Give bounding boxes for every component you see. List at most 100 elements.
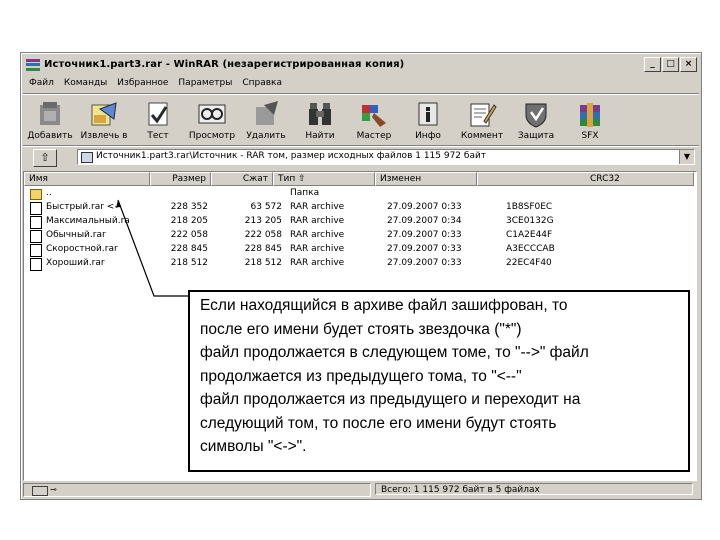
file-packed: 222 058 <box>244 230 282 240</box>
file-type: RAR archive <box>290 202 345 212</box>
chevron-down-icon[interactable]: ▼ <box>679 150 694 164</box>
close-button[interactable]: × <box>680 57 697 72</box>
status-bar: ⊸ Всего: 1 115 972 байт в 5 файлах <box>23 483 699 497</box>
file-type: RAR archive <box>290 230 345 240</box>
find-button[interactable]: Найти <box>293 97 347 143</box>
toolbar: Добавить Извлечь в Тест Просмотр Удалить… <box>23 97 699 143</box>
file-crc: 1B8SF0EC <box>506 202 553 212</box>
file-name: Обычный.rar <box>46 230 106 240</box>
rar-file-icon <box>30 216 42 229</box>
path-dropdown[interactable]: Источник1.part3.rar\Источник - RAR том, … <box>77 149 695 165</box>
wizard-icon <box>362 105 386 127</box>
add-button[interactable]: Добавить <box>23 97 77 143</box>
status-left: ⊸ <box>23 483 371 497</box>
file-type: RAR archive <box>290 258 345 268</box>
file-name: .. <box>46 188 52 198</box>
view-button[interactable]: Просмотр <box>185 97 239 143</box>
comment-icon <box>470 103 497 127</box>
file-name: Скоростной.rar <box>46 244 118 254</box>
file-row-parent[interactable]: .. Папка <box>24 187 696 201</box>
file-packed: 228 845 <box>244 244 282 254</box>
file-crc: 3CE0132G <box>506 216 554 226</box>
extract-icon <box>91 102 117 126</box>
callout-box: Если находящийся в архиве файл зашифрова… <box>188 290 690 472</box>
file-size: 218 512 <box>170 258 208 268</box>
rar-file-icon <box>30 258 42 271</box>
menu-file[interactable]: Файл <box>29 78 54 88</box>
view-icon <box>198 104 226 124</box>
file-modified: 27.09.2007 0:34 <box>387 216 462 226</box>
file-size: 218 205 <box>170 216 208 226</box>
test-button[interactable]: Тест <box>131 97 185 143</box>
minimize-button[interactable]: _ <box>644 57 661 72</box>
file-modified: 27.09.2007 0:33 <box>387 230 462 240</box>
file-row[interactable]: Быстрый.rar <-- 228 352 63 572 RAR archi… <box>24 201 696 215</box>
callout-text: Если находящийся в архиве файл зашифрова… <box>200 297 589 455</box>
test-icon <box>148 102 168 126</box>
file-type: Папка <box>290 188 320 198</box>
protect-icon <box>525 103 547 128</box>
menu-bar: Файл Команды Избранное Параметры Справка <box>23 75 699 91</box>
extract-button[interactable]: Извлечь в <box>77 97 131 143</box>
archive-icon <box>81 152 93 163</box>
rar-file-icon <box>30 230 42 243</box>
delete-icon <box>256 101 278 125</box>
folder-icon <box>30 189 42 200</box>
comment-button[interactable]: Коммент <box>455 97 509 143</box>
address-bar: ⇧ Источник1.part3.rar\Источник - RAR том… <box>23 149 699 167</box>
protect-button[interactable]: Защита <box>509 97 563 143</box>
rar-file-icon <box>30 244 42 257</box>
sfx-icon <box>580 103 600 127</box>
file-type: RAR archive <box>290 244 345 254</box>
menu-help[interactable]: Справка <box>242 78 282 88</box>
file-name: Максимальный.ra <box>46 216 130 226</box>
file-packed: 213 205 <box>244 216 282 226</box>
file-name: Быстрый.rar <-- <box>46 202 121 212</box>
winrar-app-icon <box>26 58 40 71</box>
find-icon <box>309 103 331 125</box>
column-name[interactable]: Имя <box>24 172 150 186</box>
rar-file-icon <box>30 202 42 215</box>
file-row[interactable]: Скоростной.rar 228 845 228 845 RAR archi… <box>24 243 696 257</box>
file-row[interactable]: Максимальный.ra 218 205 213 205 RAR arch… <box>24 215 696 229</box>
file-size: 228 845 <box>170 244 208 254</box>
file-crc: C1A2E44F <box>506 230 553 240</box>
info-icon <box>418 102 438 126</box>
maximize-button[interactable]: □ <box>662 57 679 72</box>
file-name: Хороший.rar <box>46 258 105 268</box>
file-crc: 22EC4F40 <box>506 258 552 268</box>
file-modified: 27.09.2007 0:33 <box>387 258 462 268</box>
wizard-button[interactable]: Мастер <box>347 97 401 143</box>
file-modified: 27.09.2007 0:33 <box>387 202 462 212</box>
info-button[interactable]: Инфо <box>401 97 455 143</box>
column-crc[interactable]: CRC32 <box>477 172 694 186</box>
column-modified[interactable]: Изменен <box>375 172 477 186</box>
file-type: RAR archive <box>290 216 345 226</box>
menu-separator <box>23 93 699 95</box>
file-packed: 63 572 <box>250 202 283 212</box>
file-size: 228 352 <box>170 202 208 212</box>
file-row[interactable]: Хороший.rar 218 512 218 512 RAR archive … <box>24 257 696 271</box>
add-icon <box>40 102 60 125</box>
column-type[interactable]: Тип ⇧ <box>273 172 375 186</box>
file-row[interactable]: Обычный.rar 222 058 222 058 RAR archive … <box>24 229 696 243</box>
key-icon: ⊸ <box>50 485 57 494</box>
file-packed: 218 512 <box>244 258 282 268</box>
up-folder-button[interactable]: ⇧ <box>33 149 57 167</box>
path-text: Источник1.part3.rar\Источник - RAR том, … <box>96 151 487 161</box>
menu-favorites[interactable]: Избранное <box>117 78 168 88</box>
menu-options[interactable]: Параметры <box>178 78 232 88</box>
menu-commands[interactable]: Команды <box>64 78 107 88</box>
window-title: Источник1.part3.rar - WinRAR (незарегист… <box>44 59 405 70</box>
column-size[interactable]: Размер <box>150 172 211 186</box>
title-bar[interactable]: Источник1.part3.rar - WinRAR (незарегист… <box>23 56 699 73</box>
sort-arrow-icon: ⇧ <box>298 174 306 184</box>
column-packed[interactable]: Сжат <box>211 172 273 186</box>
status-total: Всего: 1 115 972 байт в 5 файлах <box>375 483 693 495</box>
delete-button[interactable]: Удалить <box>239 97 293 143</box>
sfx-button[interactable]: SFX <box>563 97 617 143</box>
column-headers: Имя Размер Сжат Тип ⇧ Изменен CRC32 <box>24 172 696 186</box>
file-modified: 27.09.2007 0:33 <box>387 244 462 254</box>
file-crc: A3ECCCAB <box>506 244 555 254</box>
toolbar-separator <box>23 145 699 147</box>
